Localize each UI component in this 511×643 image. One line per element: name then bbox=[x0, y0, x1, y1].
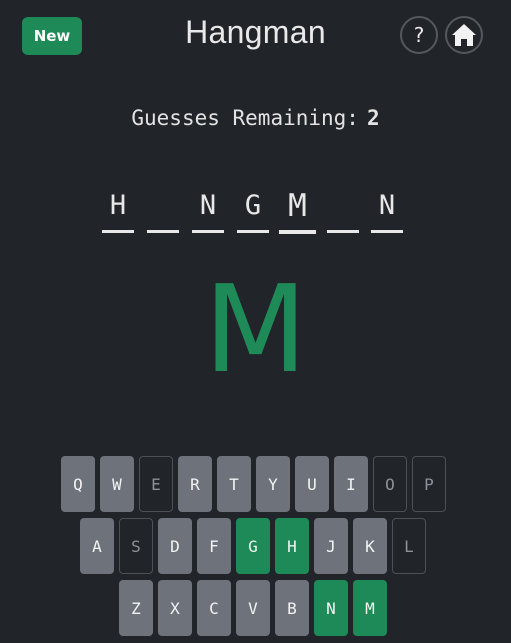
key-w[interactable]: W bbox=[100, 456, 134, 512]
key-b[interactable]: B bbox=[275, 580, 309, 636]
letter-slot: H bbox=[102, 186, 134, 233]
key-i[interactable]: I bbox=[334, 456, 368, 512]
letter-slot: N bbox=[371, 186, 403, 233]
key-t[interactable]: T bbox=[217, 456, 251, 512]
key-l[interactable]: L bbox=[392, 518, 426, 574]
key-z[interactable]: Z bbox=[119, 580, 153, 636]
key-y[interactable]: Y bbox=[256, 456, 290, 512]
letter-slot: G bbox=[237, 186, 269, 233]
key-u[interactable]: U bbox=[295, 456, 329, 512]
top-bar: New Hangman ? bbox=[0, 0, 511, 72]
key-v[interactable]: V bbox=[236, 580, 270, 636]
home-icon bbox=[452, 24, 476, 46]
key-g[interactable]: G bbox=[236, 518, 270, 574]
key-n[interactable]: N bbox=[314, 580, 348, 636]
guesses-label: Guesses Remaining: bbox=[131, 106, 359, 130]
letter-slot bbox=[147, 186, 179, 233]
key-c[interactable]: C bbox=[197, 580, 231, 636]
keyboard-row: ZXCVBNM bbox=[0, 580, 511, 637]
guesses-remaining: Guesses Remaining: 2 bbox=[0, 106, 511, 130]
letter-slot bbox=[327, 186, 359, 233]
help-icon: ? bbox=[413, 23, 425, 47]
keyboard-row: ASDFGHJKL bbox=[0, 518, 511, 575]
last-guess-letter: M bbox=[203, 261, 308, 400]
key-d[interactable]: D bbox=[158, 518, 192, 574]
key-k[interactable]: K bbox=[353, 518, 387, 574]
letter-slot: N bbox=[192, 186, 224, 233]
key-p[interactable]: P bbox=[412, 456, 446, 512]
key-o[interactable]: O bbox=[373, 456, 407, 512]
key-m[interactable]: M bbox=[353, 580, 387, 636]
key-a[interactable]: A bbox=[80, 518, 114, 574]
guesses-count: 2 bbox=[366, 106, 380, 130]
key-h[interactable]: H bbox=[275, 518, 309, 574]
help-button[interactable]: ? bbox=[400, 16, 438, 54]
key-x[interactable]: X bbox=[158, 580, 192, 636]
key-f[interactable]: F bbox=[197, 518, 231, 574]
key-r[interactable]: R bbox=[178, 456, 212, 512]
letter-slot: M bbox=[279, 186, 316, 234]
key-q[interactable]: Q bbox=[61, 456, 95, 512]
keyboard-row: QWERTYUIOP bbox=[0, 456, 511, 513]
home-button[interactable] bbox=[445, 16, 483, 54]
key-e[interactable]: E bbox=[139, 456, 173, 512]
key-s[interactable]: S bbox=[119, 518, 153, 574]
key-j[interactable]: J bbox=[314, 518, 348, 574]
